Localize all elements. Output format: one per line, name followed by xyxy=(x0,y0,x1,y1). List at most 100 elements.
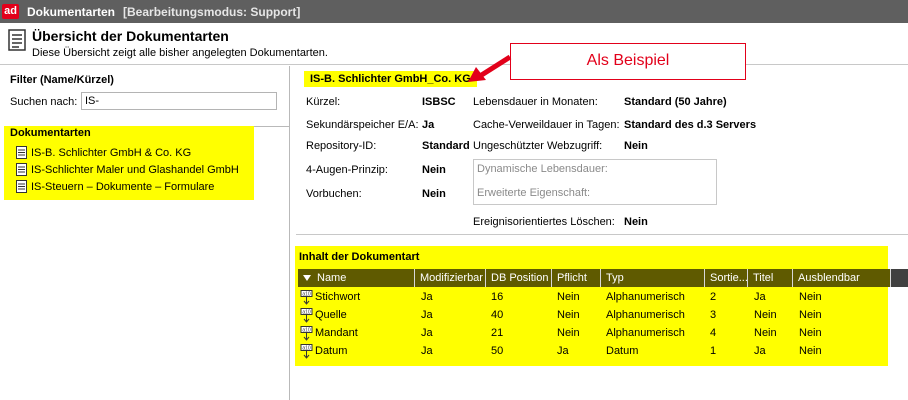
svg-text:a10: a10 xyxy=(302,310,311,316)
column-header-db-position[interactable]: DB Position xyxy=(486,269,552,287)
column-header-pflicht[interactable]: Pflicht xyxy=(552,269,601,287)
tree-item[interactable]: IS-Steuern – Dokumente – Formulare xyxy=(16,180,214,193)
cell-db-position: 40 xyxy=(491,309,504,321)
webzugriff-label: Ungeschützter Webzugriff: xyxy=(473,140,603,152)
cell-typ: Alphanumerisch xyxy=(606,309,685,321)
cell-ausblendbar: Nein xyxy=(799,345,822,357)
field-icon: a10 xyxy=(300,308,313,323)
svg-text:a10: a10 xyxy=(302,328,311,334)
document-icon xyxy=(16,146,27,159)
cell-name: Datum xyxy=(315,345,348,357)
search-input[interactable] xyxy=(81,92,277,110)
cell-pflicht: Nein xyxy=(557,327,580,339)
cell-pflicht: Nein xyxy=(557,309,580,321)
title-bar: ad Dokumentarten [Bearbeitungsmodus: Sup… xyxy=(0,0,908,23)
svg-text:a10: a10 xyxy=(302,292,311,298)
cell-modifizierbar: Ja xyxy=(421,291,433,303)
grid-header: Name Modifizierbar DB Position Pflicht T… xyxy=(298,269,908,287)
vorbuchen-label: Vorbuchen: xyxy=(306,188,362,200)
edit-mode-label: [Bearbeitungsmodus: Support] xyxy=(123,4,301,19)
cell-titel: Ja xyxy=(754,291,766,303)
tree-item-label: IS-Steuern – Dokumente – Formulare xyxy=(31,180,215,193)
cell-typ: Datum xyxy=(606,345,639,357)
loeschen-value: Nein xyxy=(624,216,648,228)
repository-label: Repository-ID: xyxy=(306,140,377,152)
callout-arrow-icon xyxy=(468,54,512,82)
tree-item[interactable]: IS-Schlichter Maler und Glashandel GmbH xyxy=(16,163,239,176)
search-label: Suchen nach: xyxy=(10,96,78,108)
kuerzel-label: Kürzel: xyxy=(306,96,341,108)
sort-descending-icon xyxy=(303,275,311,281)
tree-title: Dokumentarten xyxy=(10,127,91,139)
column-header-modifizierbar[interactable]: Modifizierbar xyxy=(415,269,486,287)
column-header-titel[interactable]: Titel xyxy=(748,269,793,287)
table-row[interactable]: a10 Stichwort Ja 16 Nein Alphanumerisch … xyxy=(298,290,888,307)
column-header-typ[interactable]: Typ xyxy=(601,269,705,287)
vorbuchen-value: Nein xyxy=(422,188,446,200)
cell-ausblendbar: Nein xyxy=(799,291,822,303)
cell-modifizierbar: Ja xyxy=(421,345,433,357)
augen-prinzip-value: Nein xyxy=(422,164,446,176)
column-header-name[interactable]: Name xyxy=(298,269,415,287)
document-list-icon xyxy=(8,29,26,51)
details-panel: IS-B. Schlichter GmbH_Co. KG Kürzel: ISB… xyxy=(291,66,908,400)
document-icon xyxy=(16,163,27,176)
dynamic-lifetime-label: Dynamische Lebensdauer: xyxy=(477,163,608,175)
cell-typ: Alphanumerisch xyxy=(606,327,685,339)
cell-pflicht: Nein xyxy=(557,291,580,303)
cell-titel: Nein xyxy=(754,309,777,321)
page-subtitle: Diese Übersicht zeigt alle bisher angele… xyxy=(32,47,328,59)
filter-panel: Filter (Name/Kürzel) Suchen nach: Dokume… xyxy=(0,66,290,400)
app-logo: ad xyxy=(2,4,19,19)
field-icon: a10 xyxy=(300,326,313,341)
lebensdauer-value: Standard (50 Jahre) xyxy=(624,96,727,108)
table-row[interactable]: a10 Quelle Ja 40 Nein Alphanumerisch 3 N… xyxy=(298,308,888,325)
table-row[interactable]: a10 Datum Ja 50 Ja Datum 1 Ja Nein xyxy=(298,344,888,361)
cell-pflicht: Ja xyxy=(557,345,569,357)
repository-value: Standard xyxy=(422,140,470,152)
cell-name: Stichwort xyxy=(315,291,361,303)
cell-db-position: 50 xyxy=(491,345,504,357)
cell-titel: Nein xyxy=(754,327,777,339)
cell-ausblendbar: Nein xyxy=(799,309,822,321)
cell-typ: Alphanumerisch xyxy=(606,291,685,303)
cell-sortierung: 1 xyxy=(710,345,717,357)
cell-titel: Ja xyxy=(754,345,766,357)
cell-db-position: 16 xyxy=(491,291,504,303)
tree-item-label: IS-B. Schlichter GmbH & Co. KG xyxy=(31,146,192,159)
cell-modifizierbar: Ja xyxy=(421,327,433,339)
cell-sortierung: 4 xyxy=(710,327,717,339)
speicher-label: Sekundärspeicher E/A: xyxy=(306,119,419,131)
svg-text:a10: a10 xyxy=(302,346,311,352)
cell-sortierung: 3 xyxy=(710,309,717,321)
table-row[interactable]: a10 Mandant Ja 21 Nein Alphanumerisch 4 … xyxy=(298,326,888,343)
cell-name: Quelle xyxy=(315,309,347,321)
section-divider xyxy=(296,234,908,235)
grid-header-end xyxy=(891,269,908,287)
speicher-value: Ja xyxy=(422,119,435,131)
lebensdauer-label: Lebensdauer in Monaten: xyxy=(473,96,598,108)
document-type-name: IS-B. Schlichter GmbH_Co. KG xyxy=(304,71,477,87)
augen-prinzip-label: 4-Augen-Prinzip: xyxy=(306,164,388,176)
field-icon: a10 xyxy=(300,290,313,305)
tree-item[interactable]: IS-B. Schlichter GmbH & Co. KG xyxy=(16,146,191,159)
cell-name: Mandant xyxy=(315,327,358,339)
window-title: Dokumentarten xyxy=(27,4,116,19)
filter-title: Filter (Name/Kürzel) xyxy=(10,74,114,86)
kuerzel-value: ISBSC xyxy=(422,96,456,108)
column-header-ausblendbar[interactable]: Ausblendbar xyxy=(793,269,891,287)
content-title: Inhalt der Dokumentart xyxy=(299,251,420,263)
extended-property-label: Erweiterte Eigenschaft: xyxy=(477,187,591,199)
webzugriff-value: Nein xyxy=(624,140,648,152)
cache-value: Standard des d.3 Servers xyxy=(624,119,757,131)
cell-db-position: 21 xyxy=(491,327,504,339)
tree-item-label: IS-Schlichter Maler und Glashandel GmbH xyxy=(31,163,239,176)
cell-sortierung: 2 xyxy=(710,291,717,303)
column-header-sortierung[interactable]: Sortie... xyxy=(705,269,748,287)
cell-modifizierbar: Ja xyxy=(421,309,433,321)
cell-ausblendbar: Nein xyxy=(799,327,822,339)
loeschen-label: Ereignisorientiertes Löschen: xyxy=(473,216,615,228)
page-header: Übersicht der Dokumentarten Diese Übersi… xyxy=(0,23,908,65)
page-title: Übersicht der Dokumentarten xyxy=(32,28,229,44)
document-icon xyxy=(16,180,27,193)
